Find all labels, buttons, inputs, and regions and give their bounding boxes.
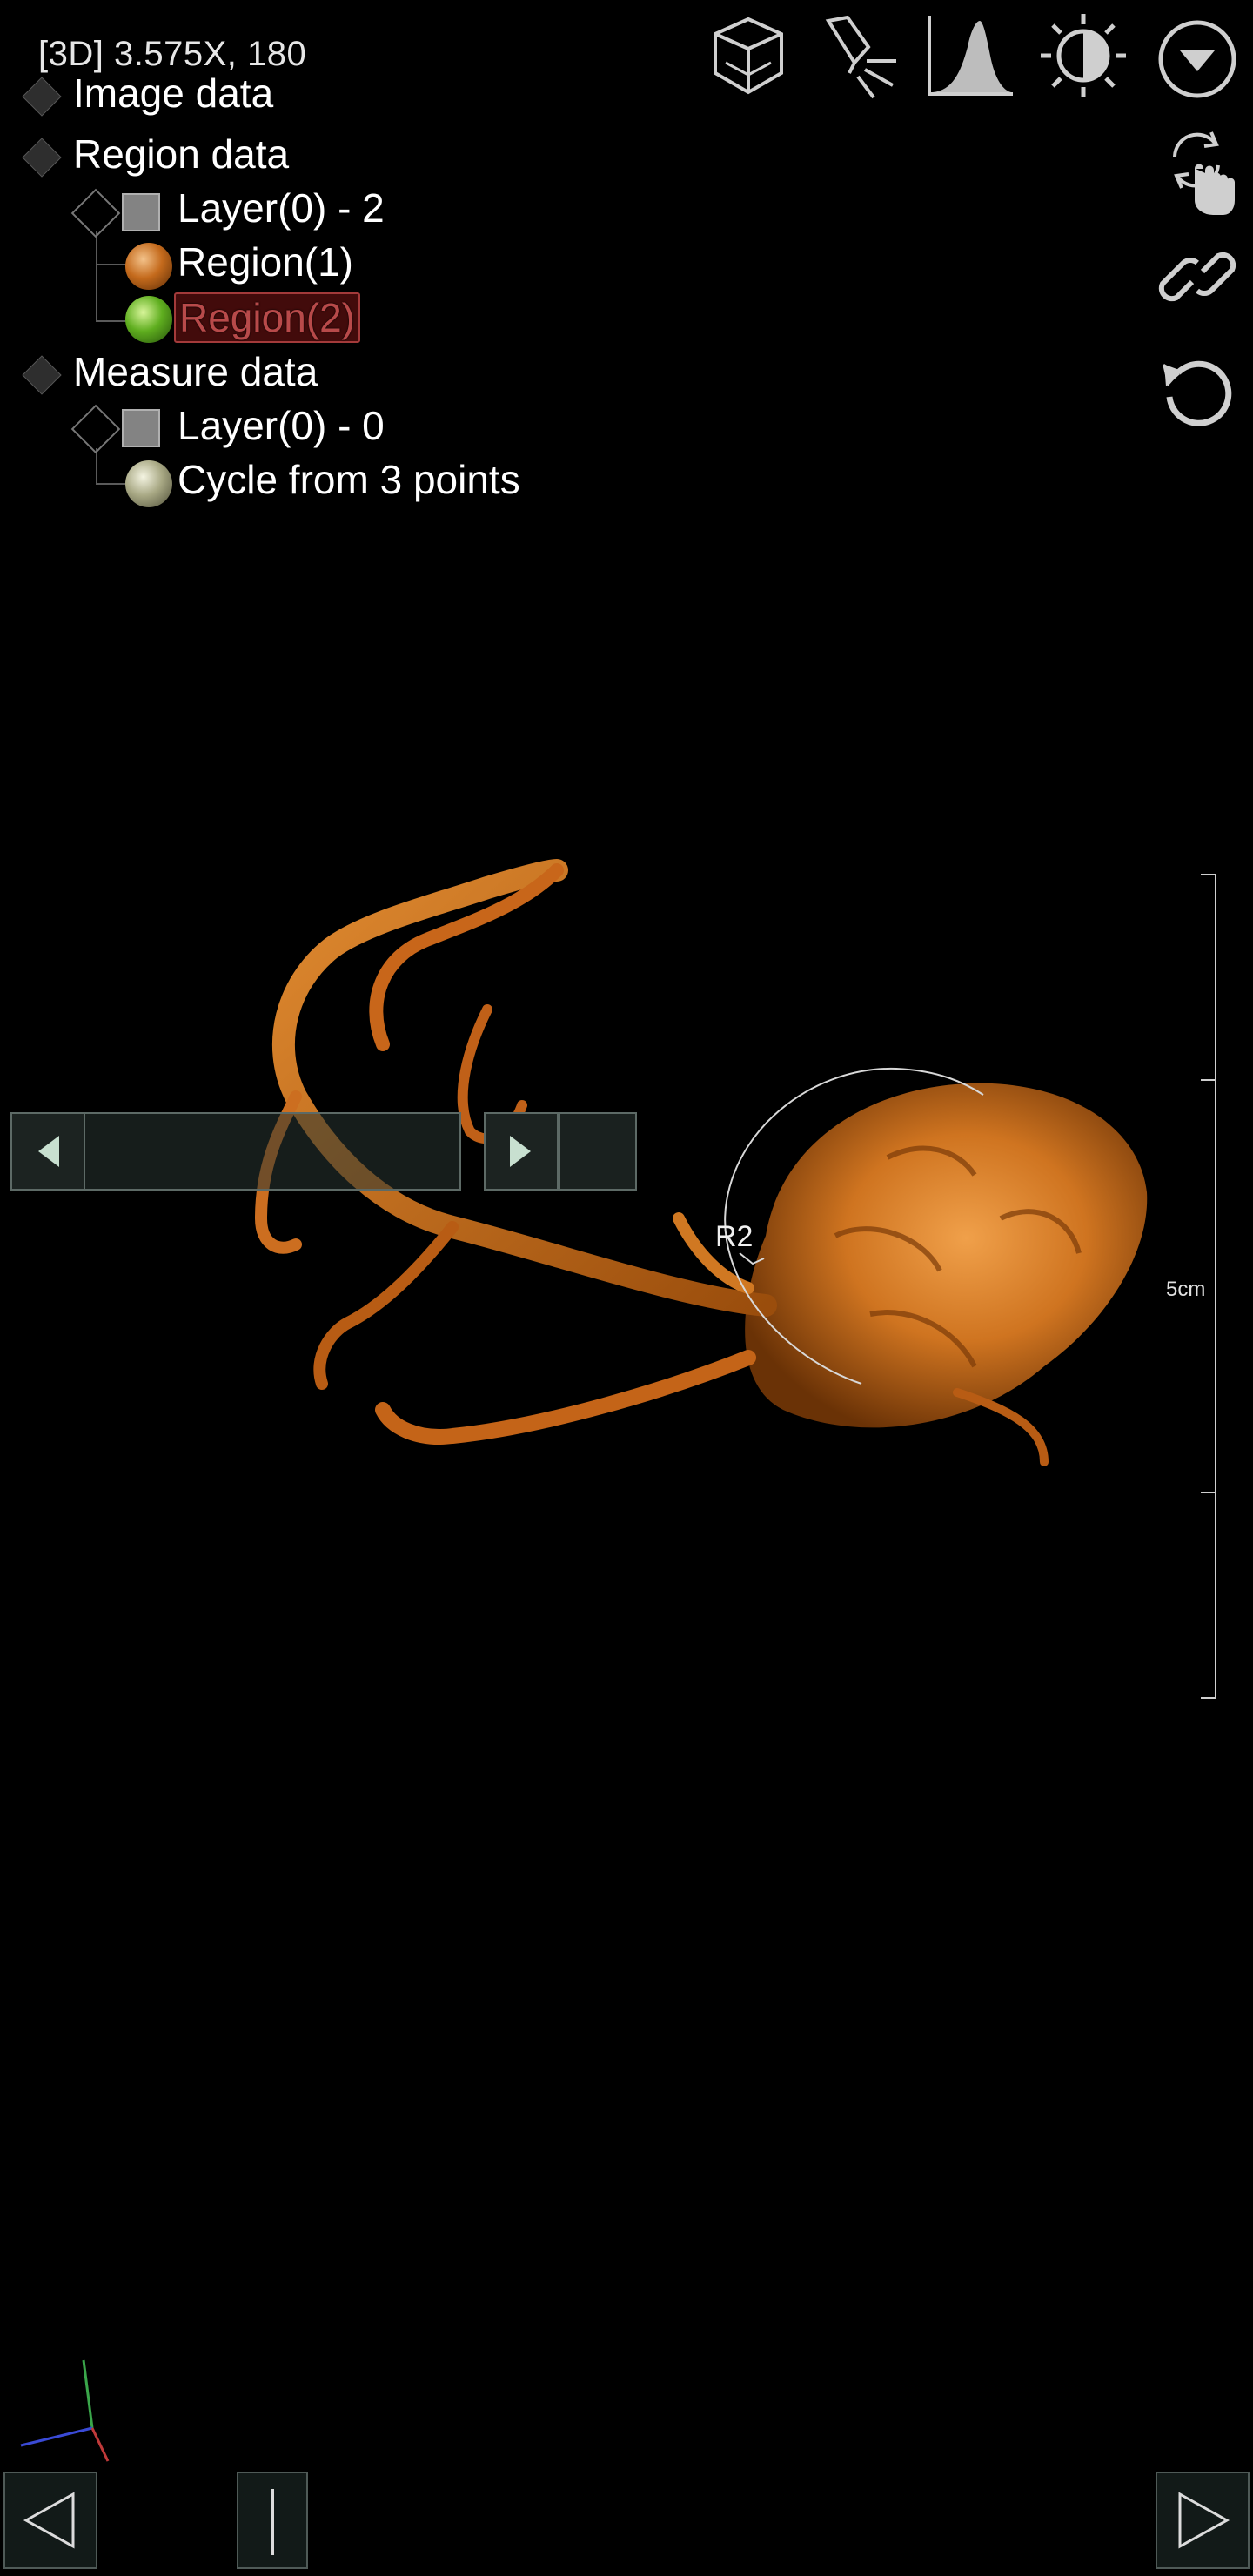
nav-home-button[interactable] xyxy=(237,2472,308,2569)
nav-back-button[interactable] xyxy=(3,2472,97,2569)
rotate-touch-icon[interactable] xyxy=(1157,122,1237,216)
dropdown-icon[interactable] xyxy=(1156,17,1239,101)
region1-sphere-icon[interactable] xyxy=(125,243,172,290)
scale-line xyxy=(1215,874,1216,1699)
slider-prev-button[interactable] xyxy=(10,1112,85,1191)
tree-item-image-data[interactable]: Image data xyxy=(73,70,273,117)
tree-connector xyxy=(96,320,127,322)
tree-connector xyxy=(96,483,127,485)
slider-next-button[interactable] xyxy=(484,1112,559,1191)
lesion-mass xyxy=(745,1083,1148,1428)
scale-tick xyxy=(1201,874,1216,875)
tree-node-icon[interactable] xyxy=(22,138,62,178)
nav-forward-button[interactable] xyxy=(1156,2472,1250,2569)
scale-tick xyxy=(1201,1697,1216,1699)
scale-tick xyxy=(1201,1079,1216,1081)
tree-item-region2-selected[interactable]: Region(2) xyxy=(174,292,360,343)
light-icon[interactable] xyxy=(816,12,908,99)
scale-tick xyxy=(1201,1492,1216,1493)
tree-connector xyxy=(96,264,127,265)
tree-node-icon[interactable] xyxy=(22,355,62,395)
tree-connector xyxy=(96,448,97,485)
tree-item-region1[interactable]: Region(1) xyxy=(178,238,353,285)
tree-item-measure-data[interactable]: Measure data xyxy=(73,348,318,395)
link-icon[interactable] xyxy=(1157,237,1237,317)
view-status: [3D] 3.575X, 180 xyxy=(38,35,307,73)
tree-node-icon[interactable] xyxy=(22,77,62,117)
tree-item-measure-layer[interactable]: Layer(0) - 0 xyxy=(178,402,385,449)
tree-connector xyxy=(96,231,97,322)
axis-indicator-icon xyxy=(14,2350,118,2463)
contrast-icon[interactable] xyxy=(1037,12,1129,99)
tree-item-region-layer[interactable]: Layer(0) - 2 xyxy=(178,184,385,231)
region2-sphere-icon[interactable] xyxy=(125,296,172,343)
layer-icon[interactable] xyxy=(122,409,160,447)
tree-item-region-data[interactable]: Region data xyxy=(73,131,289,178)
expand-toggle-icon[interactable] xyxy=(70,404,121,454)
scale-label: 5cm xyxy=(1166,1278,1206,1301)
tree-item-cycle-3-points[interactable]: Cycle from 3 points xyxy=(178,456,520,503)
slider-value-box[interactable] xyxy=(559,1112,637,1191)
slider-track[interactable] xyxy=(84,1112,461,1191)
expand-toggle-icon[interactable] xyxy=(70,188,121,238)
cube-view-icon[interactable] xyxy=(707,12,790,99)
histogram-icon[interactable] xyxy=(926,12,1016,97)
measure-radius-label: R2 xyxy=(715,1220,754,1253)
layer-icon[interactable] xyxy=(122,193,160,231)
reset-icon[interactable] xyxy=(1157,352,1237,432)
measure-sphere-icon[interactable] xyxy=(125,460,172,507)
